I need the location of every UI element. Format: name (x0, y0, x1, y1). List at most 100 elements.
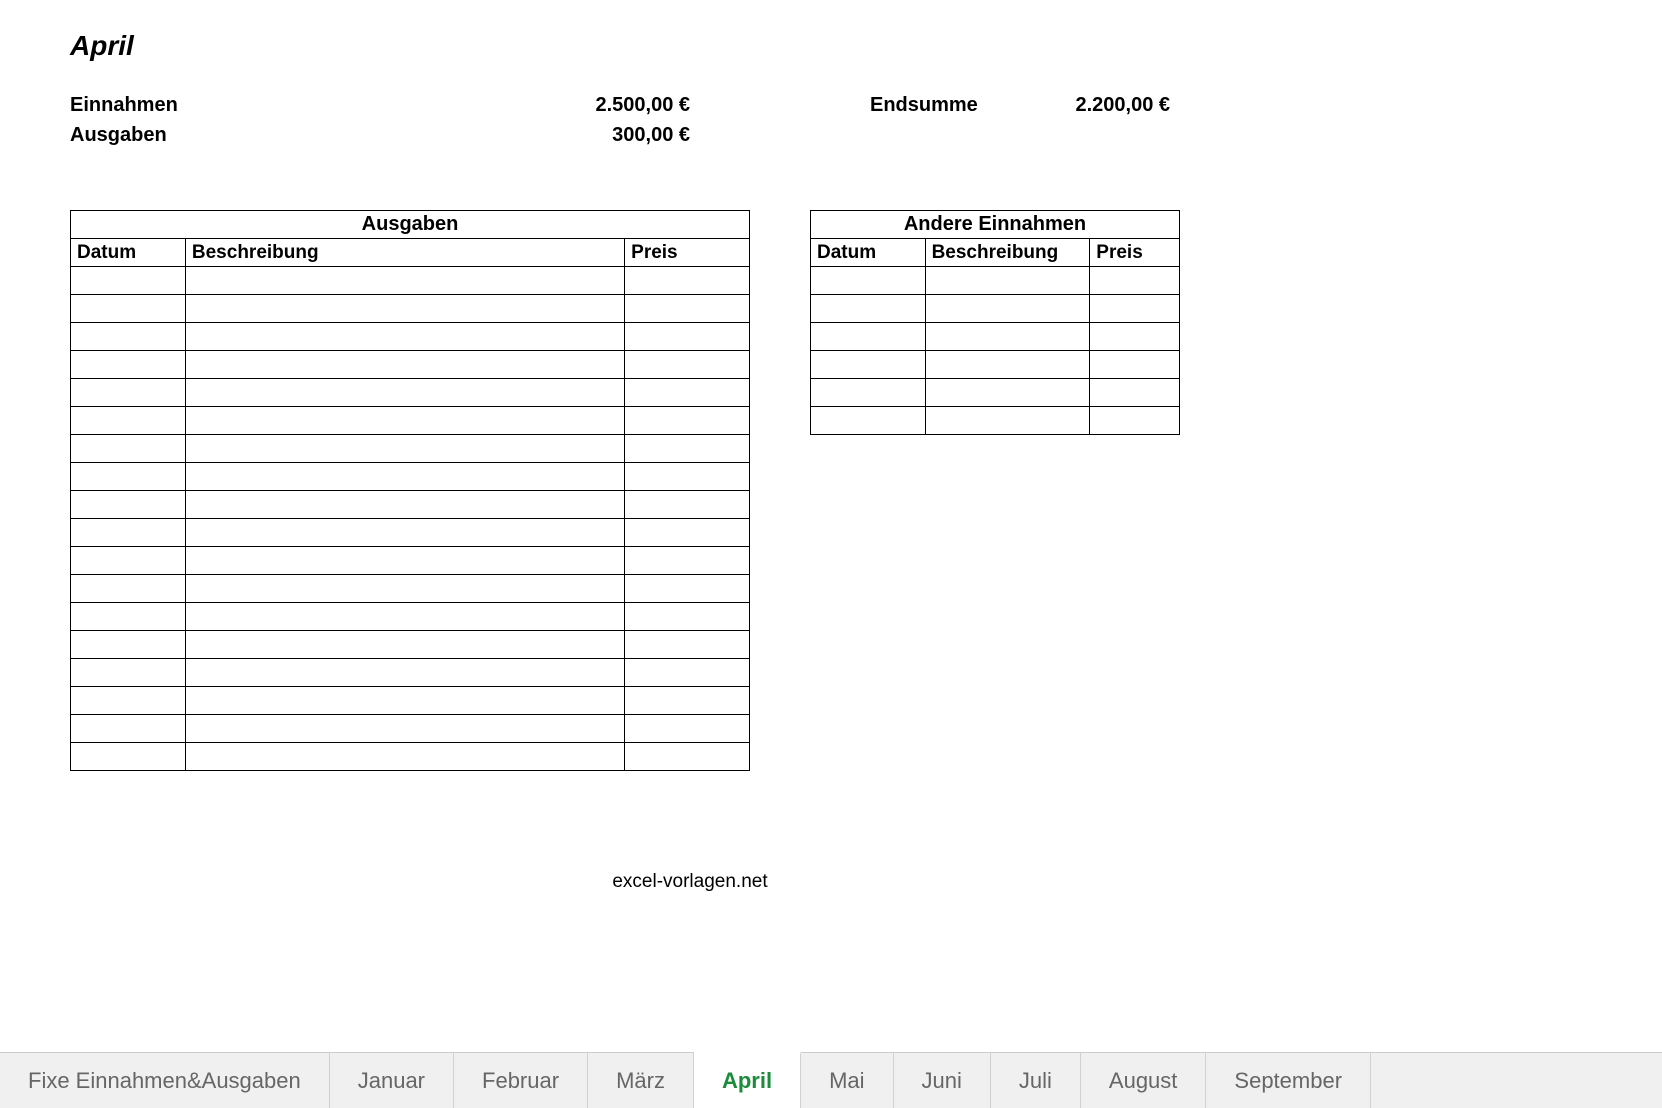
cell-price[interactable] (625, 267, 750, 295)
cell-desc[interactable] (925, 351, 1090, 379)
cell-desc[interactable] (185, 631, 624, 659)
cell-price[interactable] (625, 407, 750, 435)
tab-fixe-einnahmen-ausgaben[interactable]: Fixe Einnahmen&Ausgaben (0, 1053, 330, 1108)
table-row[interactable] (71, 631, 750, 659)
cell-price[interactable] (625, 379, 750, 407)
cell-price[interactable] (1090, 323, 1180, 351)
cell-date[interactable] (71, 547, 186, 575)
cell-price[interactable] (625, 323, 750, 351)
cell-price[interactable] (625, 491, 750, 519)
tab-m-rz[interactable]: März (588, 1053, 694, 1108)
table-row[interactable] (71, 267, 750, 295)
cell-date[interactable] (71, 603, 186, 631)
cell-date[interactable] (811, 267, 926, 295)
tab-februar[interactable]: Februar (454, 1053, 588, 1108)
tab-juni[interactable]: Juni (894, 1053, 991, 1108)
cell-desc[interactable] (185, 715, 624, 743)
table-row[interactable] (811, 407, 1180, 435)
cell-desc[interactable] (185, 295, 624, 323)
cell-date[interactable] (71, 463, 186, 491)
cell-desc[interactable] (925, 267, 1090, 295)
cell-price[interactable] (625, 351, 750, 379)
cell-desc[interactable] (185, 435, 624, 463)
cell-date[interactable] (811, 407, 926, 435)
cell-price[interactable] (625, 575, 750, 603)
table-row[interactable] (71, 463, 750, 491)
cell-desc[interactable] (185, 491, 624, 519)
cell-price[interactable] (625, 743, 750, 771)
table-row[interactable] (811, 267, 1180, 295)
cell-desc[interactable] (185, 603, 624, 631)
cell-desc[interactable] (185, 379, 624, 407)
cell-desc[interactable] (925, 379, 1090, 407)
cell-date[interactable] (71, 351, 186, 379)
cell-date[interactable] (71, 575, 186, 603)
cell-date[interactable] (71, 407, 186, 435)
table-row[interactable] (71, 407, 750, 435)
table-row[interactable] (71, 743, 750, 771)
cell-desc[interactable] (185, 323, 624, 351)
cell-desc[interactable] (925, 323, 1090, 351)
cell-price[interactable] (1090, 407, 1180, 435)
cell-date[interactable] (71, 659, 186, 687)
cell-desc[interactable] (185, 547, 624, 575)
tab-mai[interactable]: Mai (801, 1053, 893, 1108)
cell-date[interactable] (71, 323, 186, 351)
cell-date[interactable] (71, 715, 186, 743)
table-row[interactable] (71, 687, 750, 715)
cell-price[interactable] (625, 687, 750, 715)
cell-price[interactable] (625, 435, 750, 463)
cell-desc[interactable] (185, 351, 624, 379)
cell-desc[interactable] (185, 407, 624, 435)
cell-price[interactable] (625, 519, 750, 547)
cell-date[interactable] (71, 267, 186, 295)
cell-price[interactable] (625, 631, 750, 659)
table-row[interactable] (71, 547, 750, 575)
cell-date[interactable] (811, 323, 926, 351)
cell-desc[interactable] (925, 295, 1090, 323)
cell-date[interactable] (71, 743, 186, 771)
table-row[interactable] (71, 435, 750, 463)
tab-juli[interactable]: Juli (991, 1053, 1081, 1108)
cell-price[interactable] (1090, 379, 1180, 407)
table-row[interactable] (71, 323, 750, 351)
cell-price[interactable] (625, 659, 750, 687)
cell-price[interactable] (625, 547, 750, 575)
cell-date[interactable] (811, 351, 926, 379)
cell-price[interactable] (1090, 267, 1180, 295)
cell-price[interactable] (625, 603, 750, 631)
cell-date[interactable] (811, 295, 926, 323)
table-row[interactable] (71, 603, 750, 631)
cell-desc[interactable] (185, 267, 624, 295)
table-row[interactable] (71, 575, 750, 603)
tab-september[interactable]: September (1206, 1053, 1371, 1108)
cell-desc[interactable] (185, 687, 624, 715)
table-row[interactable] (71, 519, 750, 547)
table-row[interactable] (71, 351, 750, 379)
cell-price[interactable] (1090, 351, 1180, 379)
tab-januar[interactable]: Januar (330, 1053, 454, 1108)
cell-price[interactable] (1090, 295, 1180, 323)
cell-price[interactable] (625, 463, 750, 491)
cell-date[interactable] (811, 379, 926, 407)
cell-date[interactable] (71, 519, 186, 547)
cell-price[interactable] (625, 715, 750, 743)
tab-april[interactable]: April (694, 1052, 801, 1108)
table-row[interactable] (71, 491, 750, 519)
cell-date[interactable] (71, 379, 186, 407)
table-row[interactable] (811, 379, 1180, 407)
cell-desc[interactable] (185, 463, 624, 491)
cell-date[interactable] (71, 687, 186, 715)
table-row[interactable] (811, 323, 1180, 351)
cell-desc[interactable] (185, 519, 624, 547)
cell-desc[interactable] (925, 407, 1090, 435)
table-row[interactable] (71, 379, 750, 407)
cell-date[interactable] (71, 491, 186, 519)
tab-august[interactable]: August (1081, 1053, 1207, 1108)
table-row[interactable] (71, 295, 750, 323)
table-row[interactable] (811, 351, 1180, 379)
cell-price[interactable] (625, 295, 750, 323)
cell-date[interactable] (71, 631, 186, 659)
table-row[interactable] (811, 295, 1180, 323)
cell-desc[interactable] (185, 659, 624, 687)
